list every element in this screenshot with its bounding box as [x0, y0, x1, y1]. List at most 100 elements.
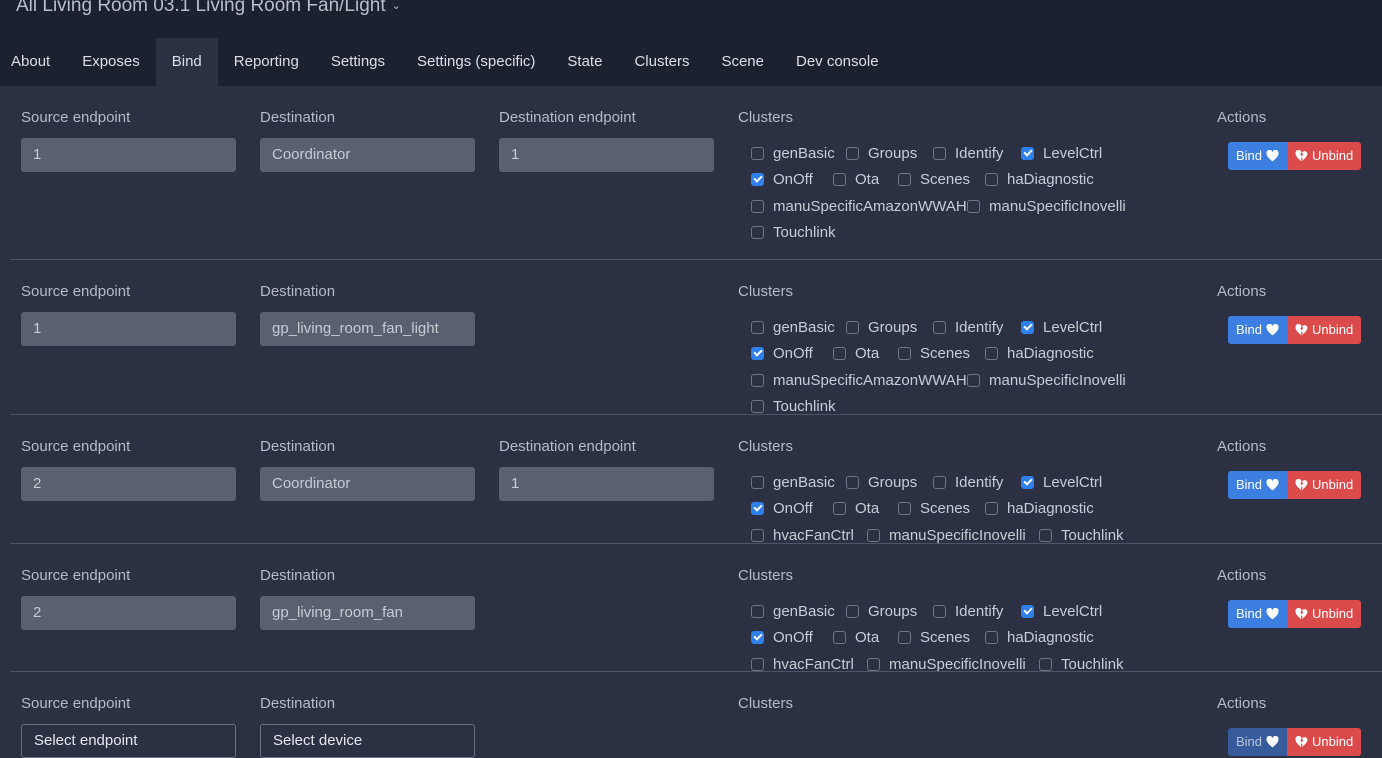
- destination-input[interactable]: Coordinator: [260, 467, 475, 501]
- cluster-checkbox-touchlink[interactable]: Touchlink: [751, 224, 836, 241]
- checkbox-icon[interactable]: [1021, 321, 1034, 334]
- checkbox-icon[interactable]: [898, 631, 911, 645]
- bind-button[interactable]: Bind: [1228, 600, 1288, 628]
- cluster-checkbox-levelctrl[interactable]: LevelCtrl: [1021, 145, 1102, 162]
- checkbox-icon[interactable]: [1021, 147, 1034, 160]
- cluster-checkbox-genbasic[interactable]: genBasic: [751, 319, 835, 336]
- device-title[interactable]: All Living Room 03.1 Living Room Fan/Lig…: [16, 0, 401, 17]
- destination-input[interactable]: Coordinator: [260, 138, 475, 172]
- destination-endpoint-input[interactable]: 1: [499, 467, 714, 501]
- checkbox-icon[interactable]: [985, 347, 998, 361]
- cluster-checkbox-scenes[interactable]: Scenes: [898, 500, 970, 517]
- tab-reporting[interactable]: Reporting: [218, 38, 315, 86]
- checkbox-icon[interactable]: [967, 373, 980, 387]
- checkbox-icon[interactable]: [846, 605, 859, 618]
- destination-endpoint-input[interactable]: 1: [499, 138, 714, 172]
- checkbox-icon[interactable]: [751, 373, 764, 387]
- cluster-checkbox-hadiagnostic[interactable]: haDiagnostic: [985, 345, 1094, 362]
- source-endpoint-select[interactable]: Select endpoint: [21, 724, 236, 758]
- cluster-checkbox-identify[interactable]: Identify: [933, 145, 1003, 162]
- checkbox-icon[interactable]: [933, 476, 946, 489]
- unbind-button[interactable]: Unbind: [1287, 600, 1362, 628]
- cluster-checkbox-manuspecificinovelli[interactable]: manuSpecificInovelli: [967, 372, 1126, 389]
- checkbox-icon[interactable]: [867, 657, 880, 671]
- cluster-checkbox-ota[interactable]: Ota: [833, 171, 879, 188]
- cluster-checkbox-manuspecificinovelli[interactable]: manuSpecificInovelli: [967, 198, 1126, 215]
- unbind-button[interactable]: Unbind: [1287, 142, 1362, 170]
- checkbox-icon[interactable]: [751, 476, 764, 489]
- source-endpoint-input[interactable]: 1: [21, 312, 236, 346]
- cluster-checkbox-identify[interactable]: Identify: [933, 319, 1003, 336]
- cluster-checkbox-groups[interactable]: Groups: [846, 603, 917, 620]
- checkbox-icon[interactable]: [751, 173, 764, 187]
- checkbox-icon[interactable]: [846, 476, 859, 489]
- tab-scene[interactable]: Scene: [705, 38, 780, 86]
- cluster-checkbox-ota[interactable]: Ota: [833, 629, 879, 646]
- cluster-checkbox-scenes[interactable]: Scenes: [898, 345, 970, 362]
- bind-button[interactable]: Bind: [1228, 471, 1288, 499]
- destination-input[interactable]: gp_living_room_fan_light: [260, 312, 475, 346]
- checkbox-icon[interactable]: [751, 657, 764, 671]
- source-endpoint-input[interactable]: 1: [21, 138, 236, 172]
- checkbox-icon[interactable]: [751, 502, 764, 516]
- destination-input[interactable]: gp_living_room_fan: [260, 596, 475, 630]
- cluster-checkbox-onoff[interactable]: OnOff: [751, 629, 813, 646]
- checkbox-icon[interactable]: [751, 528, 764, 542]
- cluster-checkbox-genbasic[interactable]: genBasic: [751, 474, 835, 491]
- checkbox-icon[interactable]: [867, 528, 880, 542]
- checkbox-icon[interactable]: [933, 147, 946, 160]
- cluster-checkbox-levelctrl[interactable]: LevelCtrl: [1021, 603, 1102, 620]
- cluster-checkbox-levelctrl[interactable]: LevelCtrl: [1021, 474, 1102, 491]
- cluster-checkbox-groups[interactable]: Groups: [846, 145, 917, 162]
- checkbox-icon[interactable]: [933, 321, 946, 334]
- cluster-checkbox-manuspecificamazonwwah[interactable]: manuSpecificAmazonWWAH: [751, 198, 967, 215]
- checkbox-icon[interactable]: [751, 399, 764, 413]
- checkbox-icon[interactable]: [1039, 528, 1052, 542]
- checkbox-icon[interactable]: [1021, 476, 1034, 489]
- checkbox-icon[interactable]: [751, 147, 764, 160]
- tab-bind[interactable]: Bind: [155, 38, 218, 86]
- checkbox-icon[interactable]: [846, 321, 859, 334]
- bind-button[interactable]: Bind: [1228, 728, 1288, 756]
- source-endpoint-input[interactable]: 2: [21, 596, 236, 630]
- checkbox-icon[interactable]: [898, 502, 911, 516]
- unbind-button[interactable]: Unbind: [1287, 471, 1362, 499]
- cluster-checkbox-levelctrl[interactable]: LevelCtrl: [1021, 319, 1102, 336]
- cluster-checkbox-groups[interactable]: Groups: [846, 319, 917, 336]
- tab-exposes[interactable]: Exposes: [66, 38, 156, 86]
- cluster-checkbox-manuspecificamazonwwah[interactable]: manuSpecificAmazonWWAH: [751, 372, 967, 389]
- checkbox-icon[interactable]: [833, 173, 846, 187]
- cluster-checkbox-ota[interactable]: Ota: [833, 345, 879, 362]
- cluster-checkbox-hadiagnostic[interactable]: haDiagnostic: [985, 171, 1094, 188]
- tab-about[interactable]: About: [0, 38, 66, 86]
- checkbox-icon[interactable]: [751, 605, 764, 618]
- unbind-button[interactable]: Unbind: [1287, 728, 1362, 756]
- cluster-checkbox-scenes[interactable]: Scenes: [898, 629, 970, 646]
- cluster-checkbox-hvacfanctrl[interactable]: hvacFanCtrl: [751, 527, 854, 544]
- checkbox-icon[interactable]: [985, 502, 998, 516]
- source-endpoint-input[interactable]: 2: [21, 467, 236, 501]
- checkbox-icon[interactable]: [846, 147, 859, 160]
- cluster-checkbox-hadiagnostic[interactable]: haDiagnostic: [985, 629, 1094, 646]
- checkbox-icon[interactable]: [985, 631, 998, 645]
- cluster-checkbox-genbasic[interactable]: genBasic: [751, 603, 835, 620]
- checkbox-icon[interactable]: [933, 605, 946, 618]
- cluster-checkbox-identify[interactable]: Identify: [933, 603, 1003, 620]
- tab-dev-console[interactable]: Dev console: [780, 38, 895, 86]
- cluster-checkbox-touchlink[interactable]: Touchlink: [1039, 527, 1124, 544]
- checkbox-icon[interactable]: [898, 173, 911, 187]
- checkbox-icon[interactable]: [751, 225, 764, 239]
- checkbox-icon[interactable]: [833, 502, 846, 516]
- checkbox-icon[interactable]: [751, 321, 764, 334]
- tab-settings[interactable]: Settings: [315, 38, 401, 86]
- cluster-checkbox-touchlink[interactable]: Touchlink: [751, 398, 836, 415]
- cluster-checkbox-identify[interactable]: Identify: [933, 474, 1003, 491]
- checkbox-icon[interactable]: [833, 347, 846, 361]
- bind-button[interactable]: Bind: [1228, 142, 1288, 170]
- checkbox-icon[interactable]: [1021, 605, 1034, 618]
- cluster-checkbox-scenes[interactable]: Scenes: [898, 171, 970, 188]
- checkbox-icon[interactable]: [751, 631, 764, 645]
- destination-select[interactable]: Select device: [260, 724, 475, 758]
- checkbox-icon[interactable]: [967, 199, 980, 213]
- unbind-button[interactable]: Unbind: [1287, 316, 1362, 344]
